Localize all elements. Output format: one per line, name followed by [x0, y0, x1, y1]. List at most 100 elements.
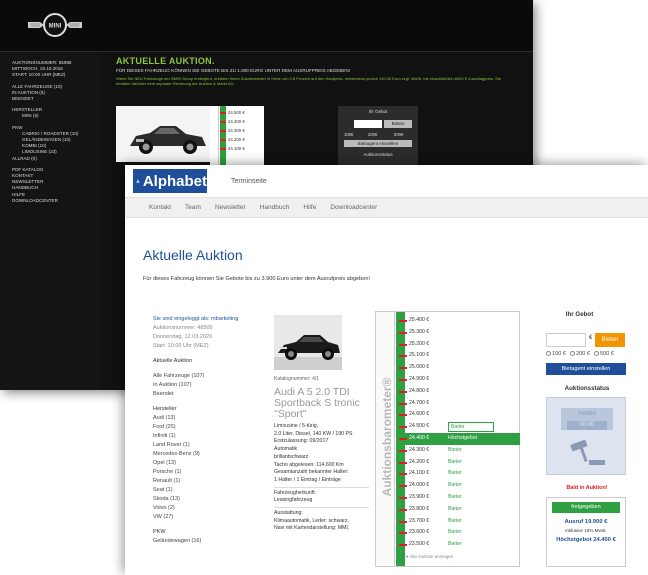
divider [274, 507, 369, 509]
maker-item[interactable]: Mercedes-Benz (9) [153, 450, 258, 459]
barometer-tick [399, 367, 407, 370]
bid-button[interactable]: Bieten [384, 120, 412, 128]
bid-agent-button[interactable]: Biebagent einstellen [344, 140, 412, 147]
radio-icon[interactable] [594, 351, 599, 357]
maker-item[interactable]: Audi (13) [153, 414, 258, 423]
barometer-tick [399, 497, 407, 499]
bid-increment-options: 100 € 200 € 500 € [546, 351, 626, 357]
spec-line: Fahrzeugherkunft: [274, 489, 317, 496]
auction-status-box: Hotbid 00:00 [546, 397, 626, 475]
spec-line: Erstzulassung: 09/2017 [274, 438, 329, 445]
option-500[interactable]: 500 € [594, 351, 614, 357]
option-200[interactable]: 200 € [570, 351, 590, 357]
section-current-auction[interactable]: Aktuelle Auktion [153, 357, 258, 366]
spec-line: brillantschwarz [274, 453, 309, 460]
auction-status-title: Auktionsstatus [564, 385, 610, 392]
alphabet-logo-icon [136, 179, 140, 183]
car-image[interactable] [274, 315, 342, 370]
barometer-value: 24.300 € [228, 128, 245, 133]
bid-value: 23.800 € [409, 505, 430, 512]
bid-value: 25.100 € [409, 352, 430, 359]
maker-item[interactable]: Renault (1) [153, 477, 258, 486]
bid-value: 24.500 € [409, 423, 430, 430]
barometer-tick [399, 402, 407, 405]
filter-item[interactable]: In Auktion (107) [153, 381, 258, 390]
nav-item-team[interactable]: Team [185, 204, 201, 211]
bid-value: 25.000 € [409, 364, 430, 371]
maker-heading: Hersteller [153, 406, 177, 412]
bid-button[interactable]: Bieten [595, 333, 625, 347]
barometer-tick [399, 438, 407, 440]
intro-text: Für dieses Fahrzeug können Sie Gebote bi… [143, 276, 370, 282]
radio-icon[interactable] [570, 351, 575, 357]
barometer-tick [399, 390, 407, 393]
barometer-row: 23.600 € Bieter [396, 527, 520, 539]
bid-option-500[interactable]: 500€ [394, 132, 403, 137]
brand-name: Alphabet [142, 172, 207, 190]
spec-line: Klimaautomatik, Leder: schwarz, [274, 517, 349, 524]
fee-note: Wenn Sie NEU Fahrzeuge der BMW Group ers… [116, 76, 501, 86]
spec-line: Automatik [274, 446, 298, 453]
barometer-tick [399, 485, 407, 488]
barometer-tick [220, 130, 226, 132]
nav-item-downloadcenter[interactable]: Downloadcenter [330, 204, 377, 211]
pkw-item[interactable]: Geländewagen (16) [153, 537, 258, 546]
svg-text:MINI: MINI [49, 24, 62, 30]
page-title: Aktuelle Auktion [143, 247, 243, 263]
bid-label: Höchstgebot [448, 433, 478, 445]
nav-item-kontakt[interactable]: Kontakt [149, 204, 171, 211]
bid-input[interactable] [546, 333, 586, 347]
bid-value: 24.000 € [409, 482, 430, 489]
spec-line: Limousine / 5-türig, [274, 423, 319, 429]
auction-info-line: Donnerstag, 12.03.2020 [153, 334, 213, 340]
bid-value: 25.200 € [409, 340, 430, 347]
alphabet-logo[interactable]: Alphabet [133, 169, 207, 193]
barometer-row: 24.900 € [396, 374, 520, 386]
bid-agent-button[interactable]: Bietagent einstellen [546, 363, 626, 375]
alphabet-auction-window: Alphabet Terminseite Kontakt Team Newslett… [125, 165, 648, 575]
barometer-row: 24.100 € Bieter [396, 468, 520, 480]
bid-label: Bieter [448, 529, 462, 536]
sidebar-item[interactable]: DOWNLOADCENTER [12, 198, 94, 204]
bid-label: Bieter [448, 505, 462, 512]
maker-item[interactable]: Skoda (13) [153, 495, 258, 504]
mini-nav: ALLE FAHRZEUGE (10) IN AUKTION (6) BEENDET… [12, 84, 94, 204]
show-all-bids-link[interactable]: ▾ Alle Gebote anzeigen [406, 554, 453, 560]
maker-item[interactable]: Seat (1) [153, 486, 258, 495]
maker-item[interactable]: Infiniti (1) [153, 432, 258, 441]
bid-option-200[interactable]: 200€ [368, 132, 377, 137]
mini-logo-icon[interactable]: MINI [26, 12, 84, 38]
barometer-tick [399, 532, 407, 535]
barometer-row: 25.100 € [396, 350, 520, 362]
barometer-value: 24.400 € [228, 119, 245, 124]
tab-terminseite[interactable]: Terminseite [231, 178, 267, 185]
nav-item-handbuch[interactable]: Handbuch [260, 204, 290, 211]
option-100[interactable]: 100 € [546, 351, 566, 357]
maker-item[interactable]: Ford (25) [153, 423, 258, 432]
maker-item[interactable]: Land Rover (1) [153, 441, 258, 450]
bid-input[interactable] [354, 120, 382, 128]
barometer-tick [220, 121, 226, 123]
maker-item[interactable]: Opel (13) [153, 459, 258, 468]
bid-value: 24.800 € [409, 387, 430, 394]
maker-item[interactable]: Volvo (2) [153, 504, 258, 513]
barometer-tick [220, 112, 226, 114]
nav-item-newsletter[interactable]: Newsletter [215, 204, 246, 211]
barometer-row: 25.400 € [396, 315, 520, 327]
maker-item[interactable]: Porsche (1) [153, 468, 258, 477]
filter-item[interactable]: Alle Fahrzeuge (107) [153, 372, 258, 381]
login-status: Sie sind eingeloggt als: mbarketing [153, 316, 239, 322]
sidebar-item[interactable]: MINI (6) [12, 113, 94, 119]
nav-item-hilfe[interactable]: Hilfe [303, 204, 316, 211]
mini-header: MINI [0, 0, 533, 52]
radio-icon[interactable] [546, 351, 551, 357]
bid-label: Bieter [448, 541, 462, 548]
filter-item[interactable]: Beendet [153, 390, 258, 399]
sidebar-item[interactable]: BEENDET [12, 96, 94, 102]
spec-line: Leasingfahrzeug [274, 497, 313, 504]
spec-line: 1 Halter / 1 Eintrag / Einträge [274, 476, 341, 483]
bid-option-100[interactable]: 100€ [344, 132, 353, 137]
maker-item[interactable]: VW (27) [153, 513, 258, 522]
sidebar-item[interactable]: ALLRAD (0) [12, 156, 94, 162]
barometer-tick [399, 449, 407, 452]
